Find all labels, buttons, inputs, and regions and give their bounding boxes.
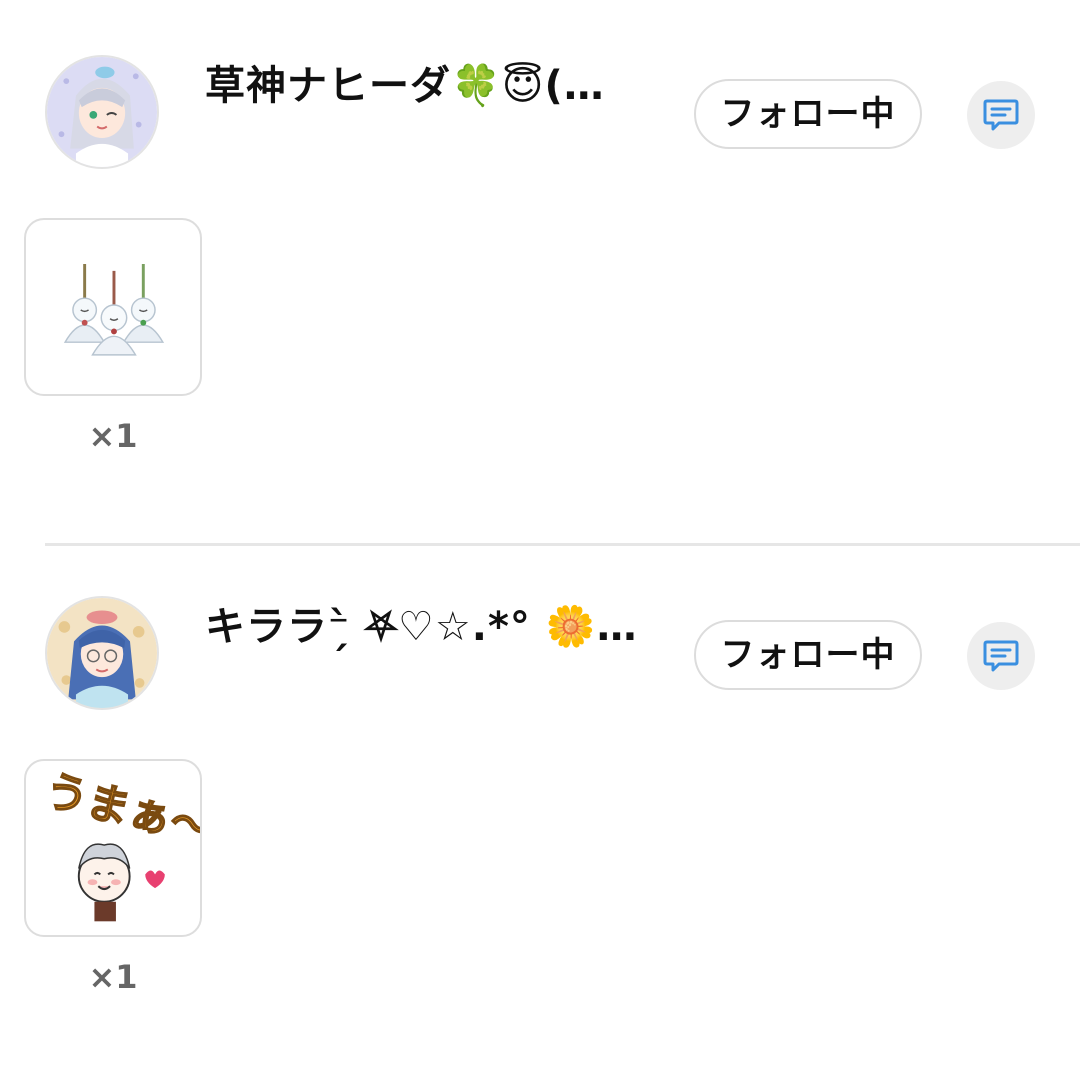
- gift-item[interactable]: [24, 218, 202, 396]
- anime-girl-with-glasses-avatar-icon: [47, 598, 157, 708]
- anime-girl-avatar-icon: [47, 57, 157, 167]
- user-avatar[interactable]: [45, 596, 159, 710]
- following-button[interactable]: フォロー中: [694, 79, 922, 149]
- gift-count: ×1: [88, 417, 138, 455]
- teru-teru-bozu-sticker-icon: [63, 263, 165, 356]
- message-icon: [983, 99, 1019, 131]
- following-button[interactable]: フォロー中: [694, 620, 922, 690]
- umaa-sticker-icon: うまぁ〜: [39, 765, 200, 922]
- message-icon: [983, 640, 1019, 672]
- sticker-text: うまぁ〜: [40, 766, 200, 856]
- message-button[interactable]: [967, 622, 1035, 690]
- gift-count: ×1: [88, 958, 138, 996]
- username[interactable]: キララ⁻̗̀ ⛧♡☆.*° 🌼…: [205, 599, 645, 655]
- username[interactable]: 草神ナヒーダ🍀😇(…: [205, 58, 645, 114]
- divider: [45, 543, 1080, 546]
- message-button[interactable]: [967, 81, 1035, 149]
- user-avatar[interactable]: [45, 55, 159, 169]
- gift-item[interactable]: うまぁ〜: [24, 759, 202, 937]
